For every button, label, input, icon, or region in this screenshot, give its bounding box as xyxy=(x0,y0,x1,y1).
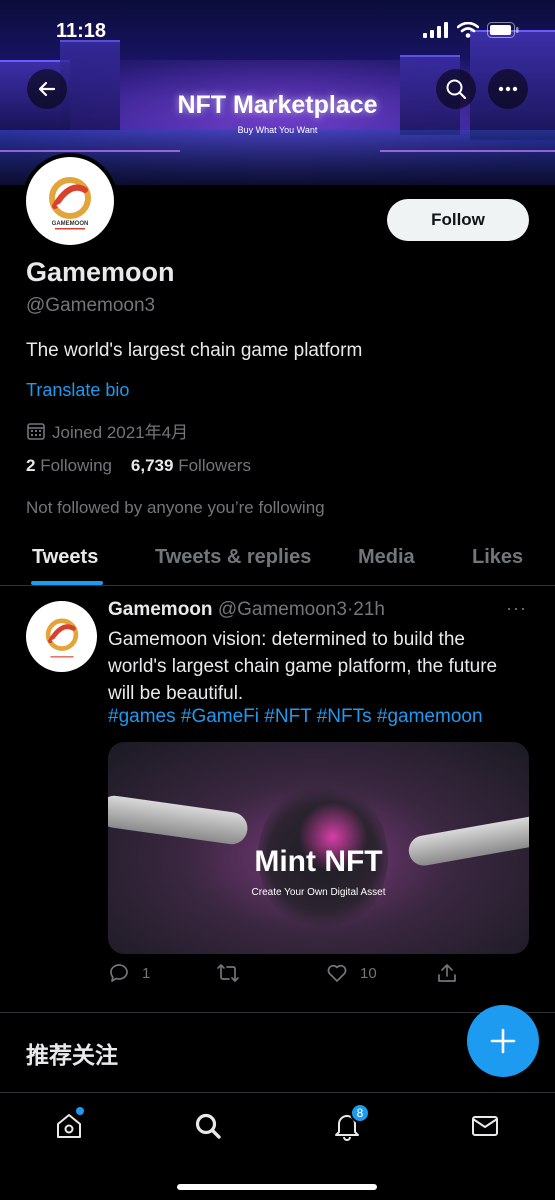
bottom-navigation: 8 xyxy=(0,1092,555,1200)
search-icon xyxy=(446,79,467,100)
followers-link[interactable]: 6,739 Followers xyxy=(131,456,251,475)
follow-button[interactable]: Follow xyxy=(387,199,529,241)
followers-count: 6,739 xyxy=(130,456,174,475)
active-tab-indicator xyxy=(31,581,103,585)
search-button[interactable] xyxy=(436,69,476,109)
share-button[interactable] xyxy=(436,962,458,984)
media-subtitle: Create Your Own Digital Asset xyxy=(251,887,386,898)
translate-bio-link[interactable]: Translate bio xyxy=(26,380,129,401)
joined-text: Joined 2021年4月 xyxy=(52,423,189,442)
profile-bio: The world's largest chain game platform xyxy=(26,340,363,361)
like-count: 10 xyxy=(360,964,377,982)
followers-label: Followers xyxy=(178,456,251,475)
svg-text:GAMEMOON: GAMEMOON xyxy=(52,221,89,227)
reply-icon xyxy=(110,964,128,982)
share-icon xyxy=(438,964,456,982)
compose-tweet-button[interactable] xyxy=(467,1005,539,1077)
profile-handle: @Gamemoon3 xyxy=(26,295,156,316)
profile-avatar[interactable]: GAMEMOON xyxy=(22,153,118,249)
home-indicator[interactable] xyxy=(177,1184,377,1190)
profile-tabs: Tweets Tweets & replies Media Likes xyxy=(0,530,555,586)
tweet-time: 21h xyxy=(353,599,385,620)
nav-notifications[interactable]: 8 xyxy=(330,1103,370,1143)
back-button[interactable] xyxy=(27,69,67,109)
home-icon xyxy=(57,1114,81,1138)
banner-subtitle: Buy What You Want xyxy=(237,125,318,135)
media-left-hand xyxy=(108,793,250,847)
section-divider xyxy=(0,1012,555,1013)
tweet-author-name[interactable]: Gamemoon xyxy=(108,599,213,620)
like-button[interactable]: 10 xyxy=(326,962,377,984)
gamemoon-logo: GAMEMOON xyxy=(26,157,114,245)
more-icon xyxy=(498,86,518,92)
status-time: 11:18 xyxy=(56,20,107,42)
tweet-avatar[interactable] xyxy=(26,601,97,672)
profile-name: Gamemoon xyxy=(26,257,175,287)
tweet-text: Gamemoon vision: determined to build the… xyxy=(108,629,498,704)
status-icons xyxy=(423,22,519,38)
tweet-media-image[interactable]: Mint NFT Create Your Own Digital Asset xyxy=(108,742,529,954)
signal-icon xyxy=(423,22,448,38)
reply-count: 1 xyxy=(142,964,151,982)
like-icon xyxy=(327,964,347,982)
follow-stats: 2 Following 6,739 Followers xyxy=(26,456,251,476)
mail-icon xyxy=(472,1116,498,1136)
nav-explore[interactable] xyxy=(191,1109,225,1143)
tweet-header: Gamemoon @Gamemoon3·21h xyxy=(108,599,385,621)
nav-home[interactable] xyxy=(52,1107,86,1143)
following-label: Following xyxy=(40,456,113,475)
reply-button[interactable]: 1 xyxy=(108,962,150,984)
tab-tweets[interactable]: Tweets xyxy=(32,546,98,569)
battery-icon xyxy=(487,22,519,38)
back-arrow-icon xyxy=(38,81,56,97)
joined-date: Joined 2021年4月 xyxy=(26,418,188,443)
calendar-icon xyxy=(27,422,45,440)
tweet-author-handle: @Gamemoon3 xyxy=(217,599,347,620)
tab-tweets-replies[interactable]: Tweets & replies xyxy=(155,546,311,569)
banner-neon-line xyxy=(380,150,555,152)
media-title: Mint NFT xyxy=(254,845,383,878)
following-link[interactable]: 2 Following xyxy=(26,456,112,475)
explore-icon xyxy=(195,1113,221,1139)
tweet-more-button[interactable]: ··· xyxy=(506,598,527,619)
tab-likes[interactable]: Likes xyxy=(472,546,523,569)
wifi-icon xyxy=(457,22,479,38)
tab-media[interactable]: Media xyxy=(358,546,415,569)
retweet-icon xyxy=(217,964,239,982)
recommended-follow-title: 推荐关注 xyxy=(26,1042,118,1068)
nav-messages[interactable] xyxy=(468,1109,502,1143)
following-count: 2 xyxy=(26,456,36,475)
more-button[interactable] xyxy=(488,69,528,109)
home-unread-dot xyxy=(76,1107,84,1115)
gamemoon-logo xyxy=(26,601,97,672)
notifications-badge: 8 xyxy=(350,1103,370,1123)
not-followed-text: Not followed by anyone you’re following xyxy=(26,498,325,517)
plus-icon xyxy=(490,1028,516,1054)
retweet-button[interactable] xyxy=(216,962,252,984)
tweet-hashtags[interactable]: #games #GameFi #NFT #NFTs #gamemoon xyxy=(108,706,483,728)
banner-neon-line xyxy=(0,150,180,152)
tweet-actions: 1 10 xyxy=(108,962,529,992)
